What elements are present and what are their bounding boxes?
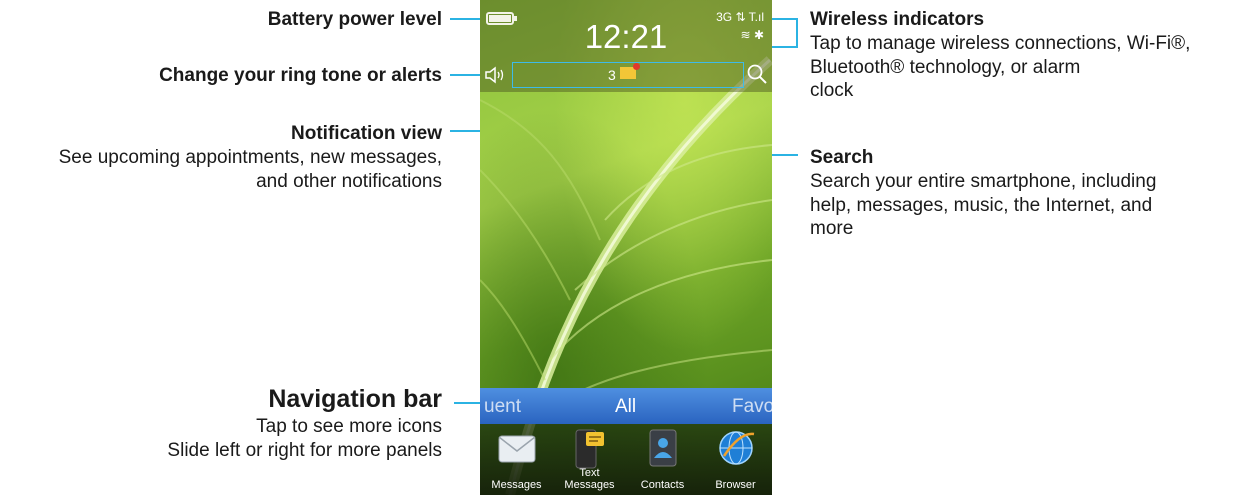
signal-strength-icon: ⇅ T.ıl xyxy=(735,10,764,24)
new-message-icon xyxy=(620,63,640,79)
battery-callout: Battery power level xyxy=(268,8,442,32)
tab-frequent[interactable]: uent xyxy=(484,396,521,418)
navigation-callout-desc: Tap to see more icons xyxy=(256,416,442,438)
search-callout-title: Search xyxy=(810,147,874,168)
speaker-icon[interactable] xyxy=(484,64,508,86)
wifi-icon: ≋ xyxy=(740,28,751,42)
search-callout-desc: more xyxy=(810,218,854,240)
phone-home-screen: 12:21 3G ⇅ T.ıl ≋ ✱ 3 uent All Favo Mess… xyxy=(480,0,772,495)
wireless-callout-title: Wireless indicators xyxy=(810,9,985,30)
notification-callout: Notification view See upcoming appointme… xyxy=(59,122,442,193)
app-dock: Messages Text Messages Contacts Browser xyxy=(480,424,772,495)
app-label: Contacts xyxy=(640,479,685,491)
network-type: 3G xyxy=(716,10,733,24)
app-label: Browser xyxy=(715,479,756,491)
search-callout-desc: Search your entire smartphone, including xyxy=(810,170,1157,192)
ring-leader-line xyxy=(450,74,480,76)
ring-callout-title: Change your ring tone or alerts xyxy=(159,65,442,86)
wifi-bluetooth-icons[interactable]: ≋ ✱ xyxy=(741,28,764,42)
wireless-callout-desc: clock xyxy=(810,80,854,102)
notification-callout-desc: See upcoming appointments, new messages, xyxy=(58,146,442,168)
globe-icon xyxy=(718,431,754,465)
navigation-bar[interactable]: uent All Favo xyxy=(480,388,772,424)
navigation-callout-title: Navigation bar xyxy=(268,385,442,413)
bluetooth-icon: ✱ xyxy=(753,28,764,42)
text-messages-icon xyxy=(575,429,604,469)
notification-callout-desc: and other notifications xyxy=(256,170,442,192)
navigation-callout-desc: Slide left or right for more panels xyxy=(167,440,442,461)
wireless-leader-line xyxy=(772,18,798,20)
wireless-leader-line-vertical xyxy=(796,18,798,48)
navigation-callout: Navigation bar Tap to see more icons Sli… xyxy=(167,384,442,463)
envelope-icon xyxy=(498,435,535,463)
ring-callout: Change your ring tone or alerts xyxy=(159,64,442,88)
notification-count: 3 xyxy=(608,67,616,83)
app-messages[interactable]: Messages xyxy=(480,426,553,495)
app-browser[interactable]: Browser xyxy=(699,426,772,495)
search-callout-desc: help, messages, music, the Internet, and xyxy=(810,194,1153,216)
wireless-callout: Wireless indicators Tap to manage wirele… xyxy=(810,8,1236,103)
battery-callout-title: Battery power level xyxy=(267,9,442,30)
network-indicators[interactable]: 3G ⇅ T.ıl xyxy=(716,10,764,24)
tab-favorites[interactable]: Favo xyxy=(732,396,772,418)
app-contacts[interactable]: Contacts xyxy=(626,426,699,495)
wireless-callout-desc: Bluetooth® technology, or alarm xyxy=(810,56,1081,78)
contacts-icon xyxy=(649,429,676,467)
search-icon[interactable] xyxy=(744,62,770,88)
notification-callout-title: Notification view xyxy=(291,123,442,144)
app-label: Messages xyxy=(491,479,542,491)
tab-all[interactable]: All xyxy=(615,396,636,418)
app-text-messages[interactable]: Text Messages xyxy=(553,426,626,495)
wireless-callout-desc: Tap to manage wireless connections, Wi-F… xyxy=(810,32,1191,54)
search-callout: Search Search your entire smartphone, in… xyxy=(810,146,1230,241)
app-label: Text Messages xyxy=(564,467,615,491)
